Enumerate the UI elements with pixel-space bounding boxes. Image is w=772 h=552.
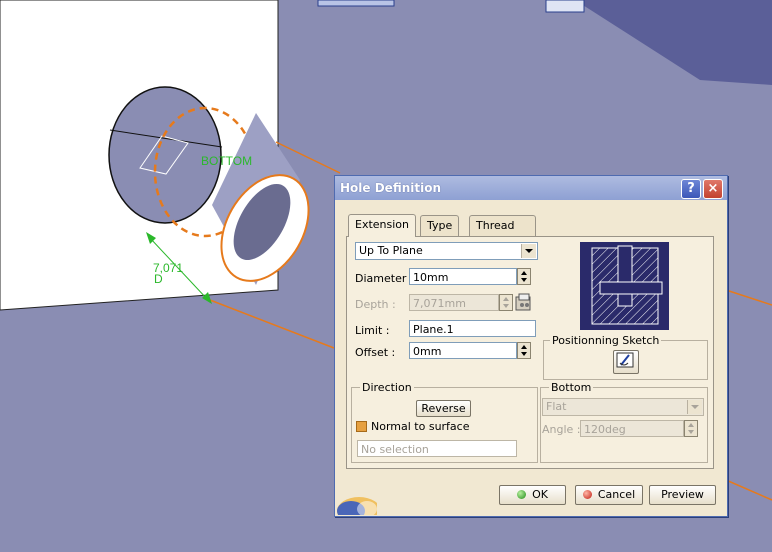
bottom-type-value: Flat <box>546 400 567 413</box>
depth-label: Depth : <box>355 298 396 311</box>
cancel-button[interactable]: Cancel <box>575 485 643 505</box>
tab-thread-definition[interactable]: Thread Definition <box>469 215 537 252</box>
offset-label: Offset : <box>355 346 396 359</box>
diameter-input[interactable]: 10mm <box>409 268 517 285</box>
ok-icon <box>517 490 527 499</box>
chevron-down-icon[interactable] <box>521 244 536 258</box>
angle-label: Angle : <box>542 423 581 436</box>
limit-label[interactable]: BOTTOM <box>201 154 252 168</box>
normal-checkbox[interactable] <box>356 421 367 432</box>
depth-spinner[interactable] <box>499 294 513 311</box>
direction-selection-input[interactable]: No selection <box>357 440 517 457</box>
positioning-sketch-group: Positionning Sketch <box>543 334 708 380</box>
normal-label: Normal to surface <box>371 420 470 433</box>
reverse-button[interactable]: Reverse <box>416 400 471 417</box>
bottom-group: Bottom Flat Angle : 120deg <box>540 381 708 463</box>
offset-spinner[interactable] <box>517 342 531 359</box>
sketch-button[interactable] <box>613 350 639 374</box>
positioning-sketch-title: Positionning Sketch <box>550 334 662 347</box>
sketch-icon <box>616 352 634 368</box>
hole-type-image <box>580 242 669 330</box>
limit-label-text: Limit : <box>355 324 390 337</box>
tab-type[interactable]: Type <box>420 215 460 236</box>
dialog-titlebar[interactable]: Hole Definition ? × <box>335 176 727 200</box>
direction-group: Direction Reverse Normal to surface No s… <box>351 381 538 463</box>
help-icon[interactable]: ? <box>681 179 701 199</box>
depth-dimension-sub: D <box>154 272 163 286</box>
close-icon[interactable]: × <box>703 179 723 199</box>
bottom-title: Bottom <box>549 381 594 394</box>
limit-input[interactable]: Plane.1 <box>409 320 536 337</box>
hole-diagram-icon <box>591 245 663 325</box>
angle-spinner[interactable] <box>684 420 698 437</box>
preview-button[interactable]: Preview <box>649 485 716 505</box>
ok-label: OK <box>532 488 548 501</box>
compass-icon[interactable] <box>545 0 585 13</box>
catia-logo <box>337 481 381 525</box>
cancel-icon <box>582 490 592 499</box>
diameter-spinner[interactable] <box>517 268 531 285</box>
hole-definition-dialog: Hole Definition ? × Extension Type Threa… <box>334 175 728 525</box>
depth-input[interactable]: 7,071mm <box>409 294 499 311</box>
ok-button[interactable]: OK <box>499 485 566 505</box>
angle-input[interactable]: 120deg <box>580 420 684 437</box>
tab-extension[interactable]: Extension <box>348 214 417 237</box>
direction-title: Direction <box>360 381 414 394</box>
diameter-label: Diameter : <box>355 272 414 285</box>
extension-panel: Up To Plane Diameter : 10mm Depth : 7,07… <box>346 236 714 469</box>
cancel-label: Cancel <box>597 488 636 501</box>
dialog-title: Hole Definition <box>340 181 442 195</box>
limit-type-value: Up To Plane <box>359 244 423 257</box>
bottom-type-select[interactable]: Flat <box>542 398 704 416</box>
chevron-down-icon[interactable] <box>687 400 702 414</box>
limit-type-select[interactable]: Up To Plane <box>355 242 538 260</box>
toolbar-stub[interactable] <box>317 0 395 7</box>
offset-input[interactable]: 0mm <box>409 342 517 359</box>
formula-icon[interactable] <box>514 293 534 313</box>
